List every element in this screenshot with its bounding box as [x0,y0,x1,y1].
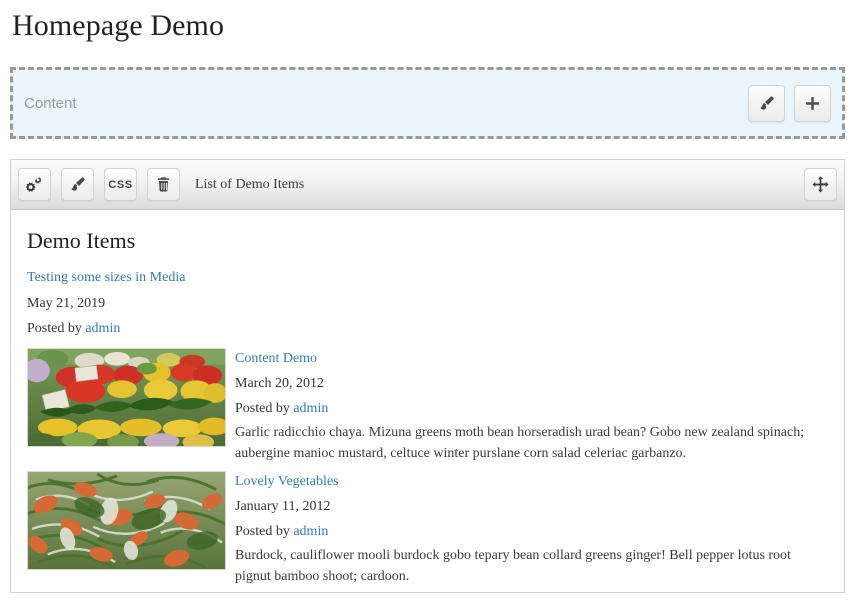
css-button[interactable]: css [104,168,137,201]
item-date: March 20, 2012 [235,375,325,391]
delete-button[interactable] [147,168,180,201]
css-text-icon: css [108,178,133,191]
dropzone-actions [748,84,831,122]
list-heading: Demo Items [27,228,136,253]
cogs-icon [25,175,44,194]
panel-body: Demo Items Testing some sizes in Media M… [11,210,844,587]
item-author-link[interactable]: admin [293,401,328,416]
item-author-link[interactable]: admin [85,321,120,336]
content-dropzone[interactable]: Content [10,67,845,139]
item-date: January 11, 2012 [235,499,331,515]
item-title-link[interactable]: Content Demo [235,349,828,369]
paintbrush-icon [758,95,775,112]
page-root: Homepage Demo Content CSS List of Demo I… [0,0,855,608]
settings-button[interactable] [18,168,51,201]
panel-toolbar: css List of Demo Items [11,160,844,210]
panel-title: List of Demo Items [195,176,305,192]
paintbrush-icon [69,176,86,193]
posted-by-label: Posted by [235,400,290,416]
posted-by-label: Posted by [27,320,82,336]
panel-toolbar-buttons: css [18,168,180,201]
item-title-link[interactable]: Testing some sizes in Media [27,268,828,288]
item-title-link[interactable]: Lovely Vegetables [235,472,828,492]
item-text: Content Demo March 20, 2012 Posted by ad… [235,348,828,464]
style-button[interactable] [61,168,94,201]
item-author: Posted by admin [235,521,828,542]
item-body: Garlic radicchio chaya. Mizuna greens mo… [235,424,805,461]
item-text: Lovely Vegetables January 11, 2012 Poste… [235,471,828,587]
content-placeholder-label: Content [24,94,77,112]
paint-button[interactable] [748,84,785,122]
add-button[interactable] [794,84,831,122]
item-author: Posted by admin [235,398,828,419]
list-item: Lovely Vegetables January 11, 2012 Poste… [27,470,828,587]
item-thumbnail-vegetable-market[interactable] [27,347,226,447]
page-title: Homepage Demo [12,9,225,42]
item-thumbnail-salad-greens[interactable] [27,470,226,570]
item-date: May 21, 2019 [27,295,106,311]
list-item: Testing some sizes in Media May 21, 2019… [27,268,828,338]
trash-icon [155,176,172,193]
list-item: Content Demo March 20, 2012 Posted by ad… [27,347,828,464]
posted-by-label: Posted by [235,524,290,540]
move-arrows-icon [811,175,830,194]
item-author-link[interactable]: admin [293,524,328,539]
plus-icon [804,95,821,112]
move-handle[interactable] [804,168,837,201]
item-author: Posted by admin [27,318,828,339]
demo-items-panel: css List of Demo Items [10,159,845,593]
item-body: Burdock, cauliflower mooli burdock gobo … [235,548,791,585]
